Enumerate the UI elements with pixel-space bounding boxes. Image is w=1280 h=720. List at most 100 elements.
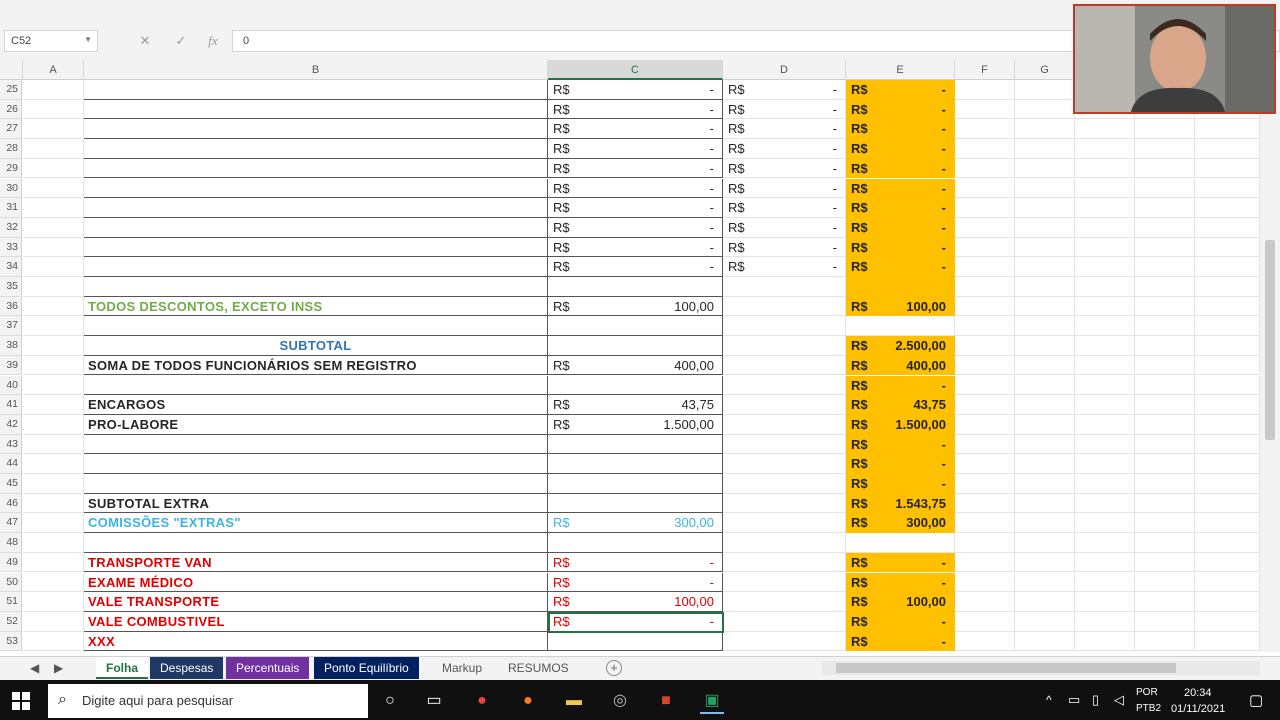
cell-h[interactable] [1075,355,1135,376]
row-number[interactable]: 36 [0,296,22,317]
cortana-icon[interactable]: ○ [378,690,402,712]
cell-j[interactable] [1195,493,1260,514]
app-circle-icon[interactable]: ◎ [608,690,632,712]
cell-c[interactable]: R$ - [548,139,723,159]
cell-d[interactable]: R$ - [723,80,846,100]
cell-h[interactable] [1075,552,1135,573]
enter-icon[interactable]: ✓ [170,30,192,52]
cell-b[interactable]: XXX [84,631,548,652]
cell-g[interactable] [1015,217,1075,238]
cell-f[interactable] [955,237,1015,258]
cell-d[interactable] [723,474,846,494]
cell-c[interactable]: R$ 400,00 [548,355,723,376]
column-header-c[interactable]: C [548,60,723,80]
row-number[interactable]: 31 [0,198,22,218]
cell-c[interactable]: R$ - [548,119,723,140]
chrome-icon[interactable]: ● [470,690,494,712]
cell-e[interactable]: R$ - [846,552,955,573]
cell-e[interactable]: R$ - [846,434,955,455]
cell-b[interactable]: TODOS DESCONTOS, EXCETO INSS [84,296,548,317]
cell-g[interactable] [1015,139,1075,159]
cell-e[interactable]: R$ - [846,375,955,396]
cell-i[interactable] [1135,395,1195,415]
cell-f[interactable] [955,139,1015,159]
cell-f[interactable] [955,277,1015,297]
cell-a[interactable] [23,119,84,140]
cell-e[interactable]: R$ 300,00 [846,513,955,534]
row-number[interactable]: 45 [0,474,22,494]
cell-g[interactable] [1015,355,1075,376]
vertical-scroll-thumb[interactable] [1265,240,1275,440]
cell-d[interactable] [723,513,846,534]
row-number[interactable]: 47 [0,513,22,534]
row-number[interactable]: 52 [0,611,22,632]
cell-b[interactable] [84,99,548,120]
cell-c[interactable] [548,631,723,652]
powerpoint-icon[interactable]: ■ [654,690,678,712]
cell-d[interactable] [723,375,846,396]
firefox-icon[interactable]: ● [516,690,540,712]
cell-a[interactable] [23,414,84,435]
cell-a[interactable] [23,395,84,415]
chevron-up-icon[interactable]: ^ [1046,693,1052,707]
cell-i[interactable] [1135,434,1195,455]
cell-g[interactable] [1015,277,1075,297]
tab-ponto-equil-brio[interactable]: Ponto Equilíbrio [314,657,419,679]
cell-j[interactable] [1195,513,1260,534]
cell-d[interactable] [723,493,846,514]
cell-h[interactable] [1075,277,1135,297]
cell-a[interactable] [23,474,84,494]
cell-a[interactable] [23,336,84,356]
cell-h[interactable] [1075,158,1135,179]
cell-b[interactable]: COMISSÕES "EXTRAS" [84,513,548,534]
cell-g[interactable] [1015,198,1075,218]
cell-f[interactable] [955,631,1015,652]
tab-resumos[interactable]: RESUMOS [498,657,579,679]
cell-a[interactable] [23,296,84,317]
cell-f[interactable] [955,158,1015,179]
cell-b[interactable] [84,375,548,396]
cell-g[interactable] [1015,572,1075,593]
cell-j[interactable] [1195,277,1260,297]
cell-f[interactable] [955,178,1015,199]
tab-scroll-right-icon[interactable]: ▶ [44,657,73,679]
cell-f[interactable] [955,474,1015,494]
cell-c[interactable]: R$ 100,00 [548,296,723,317]
cell-e[interactable] [846,533,955,553]
cell-e[interactable]: R$ - [846,119,955,140]
cell-b[interactable]: SOMA DE TODOS FUNCIONÁRIOS SEM REGISTRO [84,355,548,376]
cell-b[interactable] [84,434,548,455]
cell-i[interactable] [1135,237,1195,258]
cell-h[interactable] [1075,119,1135,140]
file-explorer-icon[interactable]: ▬ [562,690,586,712]
cell-h[interactable] [1075,592,1135,612]
row-number[interactable]: 28 [0,139,22,159]
cell-c[interactable]: R$ 300,00 [548,513,723,534]
row-number[interactable]: 32 [0,217,22,238]
row-number[interactable]: 41 [0,395,22,415]
tab-percentuais[interactable]: Percentuais [226,657,310,679]
volume-icon[interactable]: ◁ [1114,692,1124,708]
cell-d[interactable] [723,434,846,455]
cell-a[interactable] [23,316,84,337]
cell-g[interactable] [1015,99,1075,120]
cell-g[interactable] [1015,513,1075,534]
cell-f[interactable] [955,119,1015,140]
cell-d[interactable] [723,277,846,297]
cell-f[interactable] [955,80,1015,100]
cell-a[interactable] [23,198,84,218]
cell-i[interactable] [1135,257,1195,277]
cell-j[interactable] [1195,474,1260,494]
cell-b[interactable]: PRO-LABORE [84,414,548,435]
cell-i[interactable] [1135,533,1195,553]
cell-i[interactable] [1135,217,1195,238]
cell-h[interactable] [1075,316,1135,337]
cell-c[interactable] [548,434,723,455]
clock-date[interactable]: 01/11/2021 [1171,703,1225,715]
cell-b[interactable] [84,198,548,218]
cell-h[interactable] [1075,493,1135,514]
cell-c[interactable]: R$ - [548,99,723,120]
cell-j[interactable] [1195,533,1260,553]
cell-h[interactable] [1075,572,1135,593]
cell-b[interactable] [84,217,548,238]
